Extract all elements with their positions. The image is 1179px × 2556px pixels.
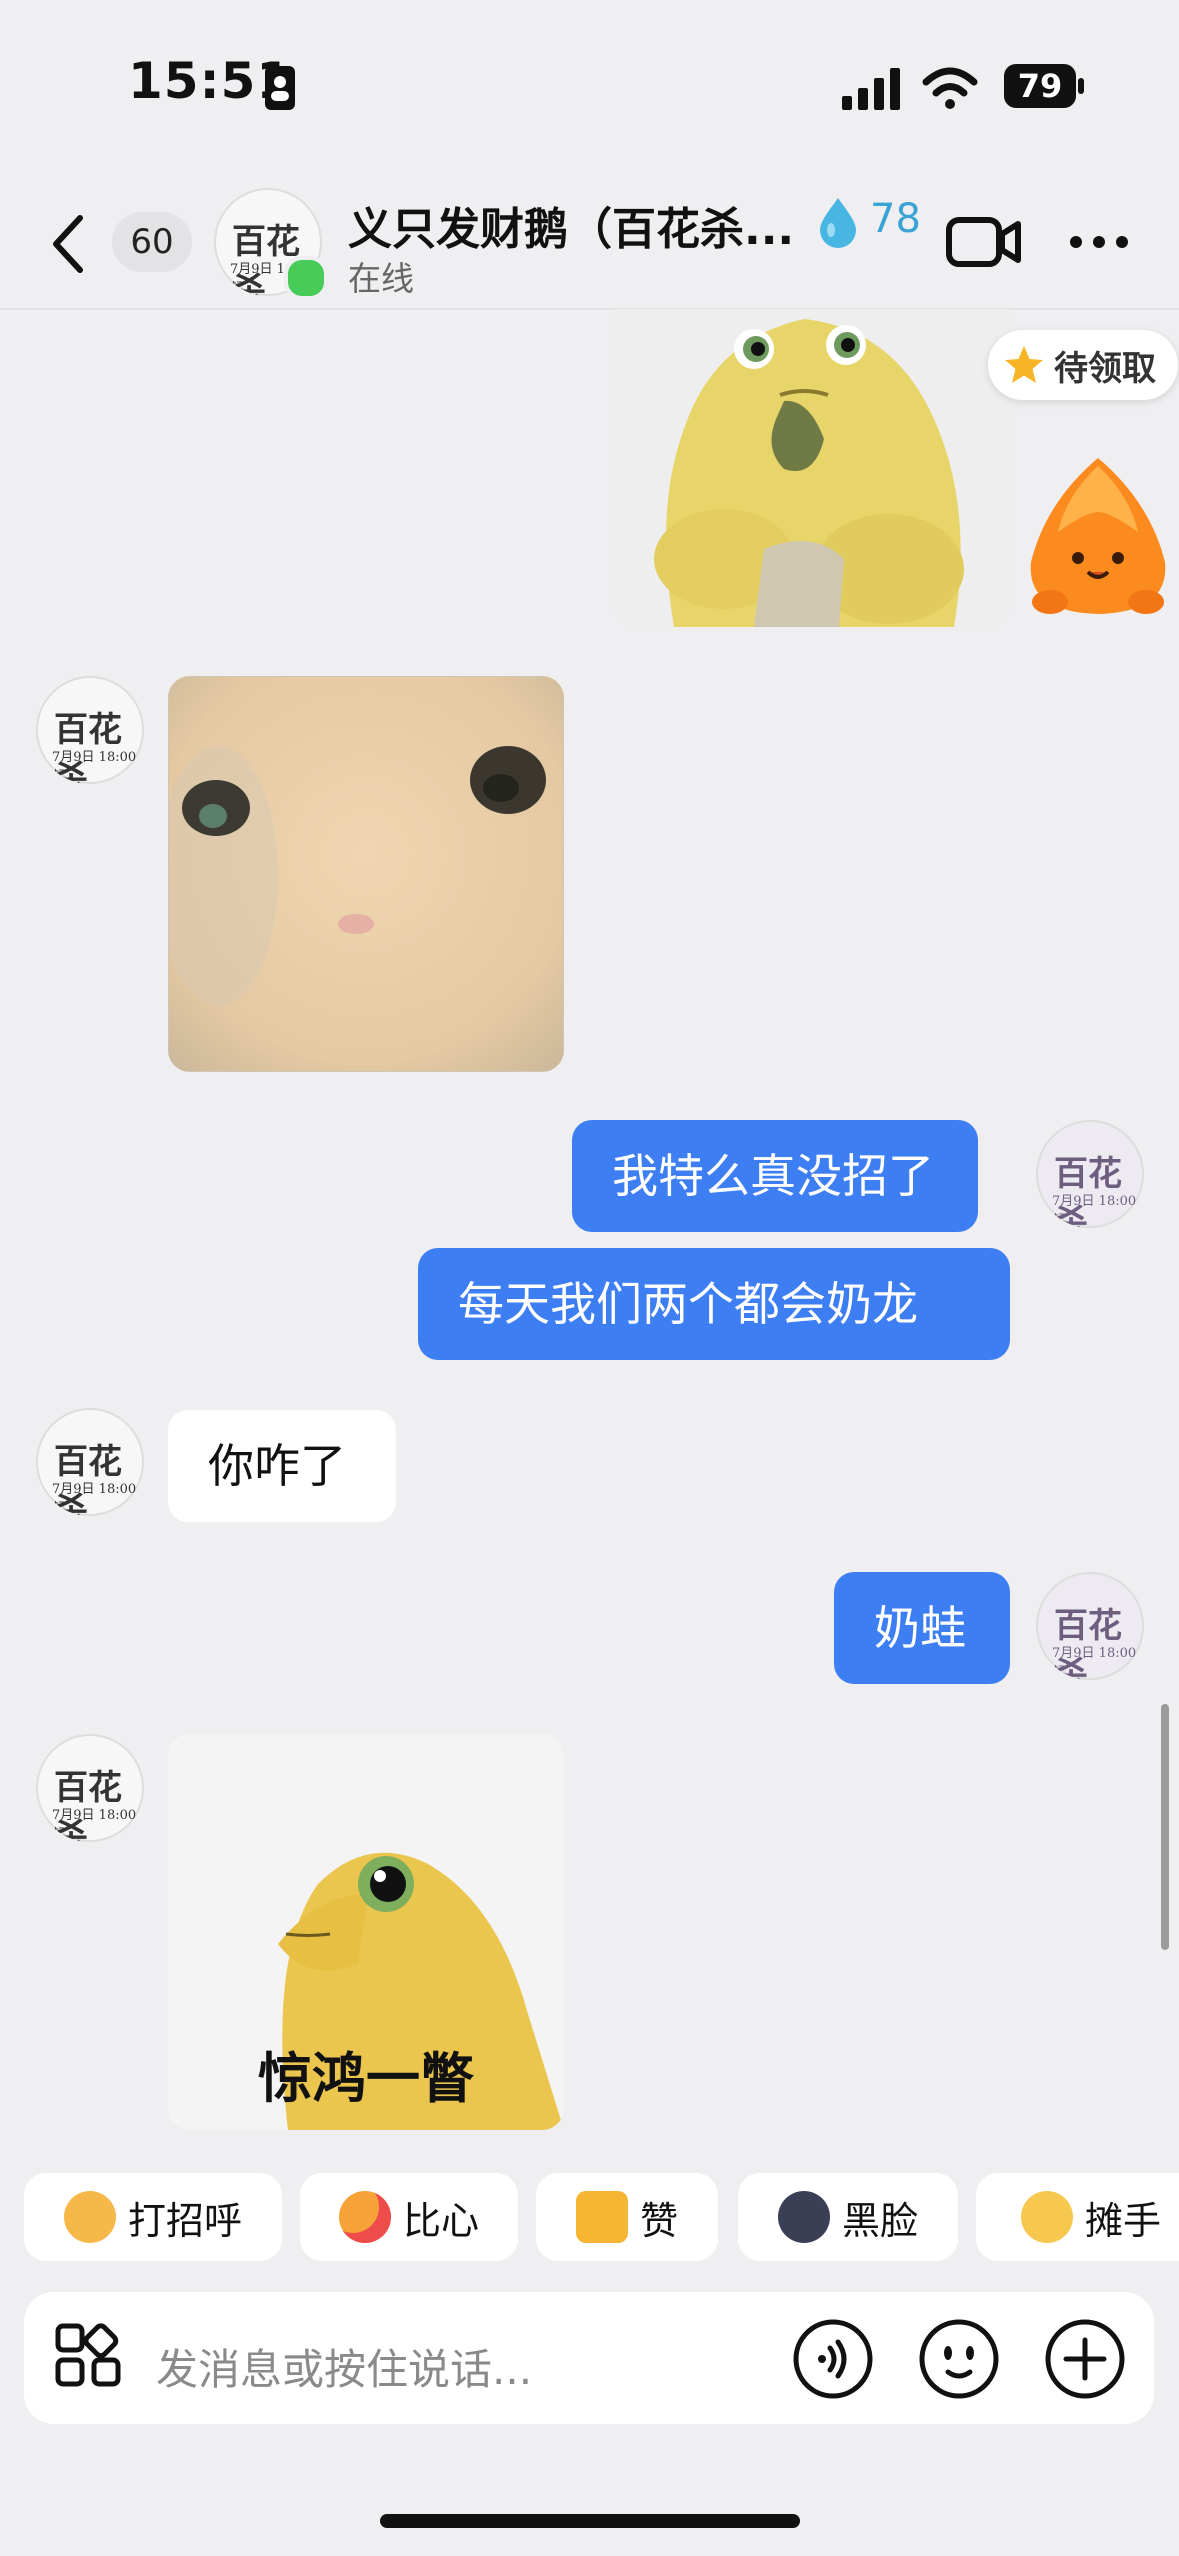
blurry-face-closeup-image: [168, 676, 564, 1072]
avatar-text-date: 7月9日 18:00起: [1052, 1646, 1137, 1680]
quick-reaction-dark-face[interactable]: 黑脸: [738, 2173, 958, 2261]
reward-label: 待领取: [1054, 348, 1156, 389]
plus-icon[interactable]: [1044, 2318, 1126, 2400]
contact-name[interactable]: 义只发财鹅（百花杀...: [348, 193, 794, 257]
star-icon: [1005, 346, 1043, 383]
shrug-emoji-icon: [1020, 2191, 1073, 2243]
outgoing-text-message[interactable]: 每天我们两个都会奶龙: [418, 1248, 1010, 1360]
back-arrow-icon[interactable]: [48, 212, 88, 276]
outgoing-text-message[interactable]: 奶蛙: [834, 1572, 1010, 1684]
quick-reaction-heart[interactable]: 比心: [300, 2173, 518, 2261]
quick-reaction-shrug[interactable]: 摊手: [976, 2173, 1179, 2261]
my-avatar[interactable]: 百花杀 7月9日 18:00起: [1036, 1120, 1144, 1228]
cellular-signal-icon: [842, 68, 900, 110]
heart-emoji-icon: [338, 2191, 391, 2243]
contact-avatar[interactable]: 百花杀 7月9日 18:00起: [36, 1734, 144, 1842]
outgoing-image-message[interactable]: [614, 309, 1010, 627]
sticker-caption: 惊鸿一瞥: [258, 2047, 474, 2110]
dark-face-emoji-icon: [777, 2191, 830, 2243]
avatar-text-date: 7月9日 18:00起: [52, 1482, 137, 1516]
message-input[interactable]: 发消息或按住说话...: [156, 2336, 532, 2397]
outgoing-text-message[interactable]: 我特么真没招了: [572, 1120, 978, 1232]
more-options-icon[interactable]: [1068, 232, 1130, 252]
unread-count-badge[interactable]: 60: [112, 212, 192, 272]
avatar-text-date: 7月9日 18:00起: [1052, 1194, 1137, 1228]
contact-avatar[interactable]: 百花杀 7月9日 18:00起: [36, 676, 144, 784]
contact-avatar[interactable]: 百花杀 7月9日 18:00起: [36, 1408, 144, 1516]
yellow-creature-thinking-image: [614, 309, 1010, 627]
orange-mascot-icon[interactable]: [1020, 452, 1176, 622]
online-status-dot: [284, 256, 328, 300]
apps-grid-icon[interactable]: [54, 2322, 124, 2392]
emoji-icon[interactable]: [918, 2318, 1000, 2400]
avatar-text-date: 7月9日 18:00起: [52, 750, 137, 784]
wave-emoji-icon: [63, 2191, 116, 2243]
incoming-text-message[interactable]: 你咋了: [168, 1410, 396, 1522]
voice-icon[interactable]: [792, 2318, 874, 2400]
avatar-text-date: 7月9日 18:00起: [52, 1808, 137, 1842]
incoming-image-message[interactable]: [168, 676, 564, 1072]
battery-indicator: 79: [1004, 64, 1076, 108]
chat-scrollbar[interactable]: [1161, 1704, 1169, 1950]
battery-cap: [1078, 78, 1084, 94]
reward-pill[interactable]: 待领取: [988, 330, 1178, 400]
home-indicator[interactable]: [380, 2514, 800, 2528]
video-call-icon[interactable]: [946, 214, 1022, 270]
person-badge-icon: [265, 66, 295, 110]
incoming-sticker-message[interactable]: 惊鸿一瞥: [168, 1734, 564, 2130]
water-drop-icon: [820, 198, 856, 248]
thumbs-up-icon: [575, 2191, 628, 2243]
quick-reaction-wave[interactable]: 打招呼: [24, 2173, 282, 2261]
contact-status: 在线: [348, 259, 414, 298]
my-avatar[interactable]: 百花杀 7月9日 18:00起: [1036, 1572, 1144, 1680]
wifi-icon: [922, 67, 978, 109]
streak-count: 78: [870, 196, 921, 242]
quick-reaction-like[interactable]: 赞: [536, 2173, 718, 2261]
